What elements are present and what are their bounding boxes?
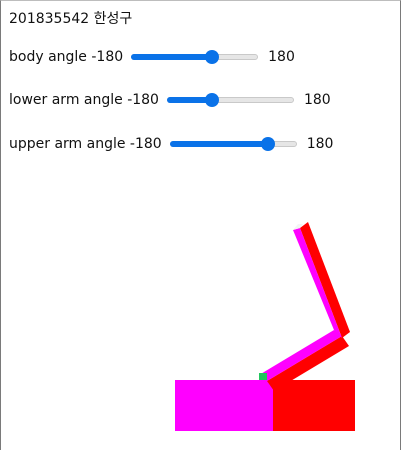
- base-right-face: [273, 380, 355, 431]
- robot-arm-canvas: [175, 222, 355, 431]
- base-left-face: [175, 380, 273, 431]
- joint-marker: [259, 373, 267, 380]
- upper-arm-side: [300, 222, 350, 338]
- upper-arm-front: [293, 228, 342, 338]
